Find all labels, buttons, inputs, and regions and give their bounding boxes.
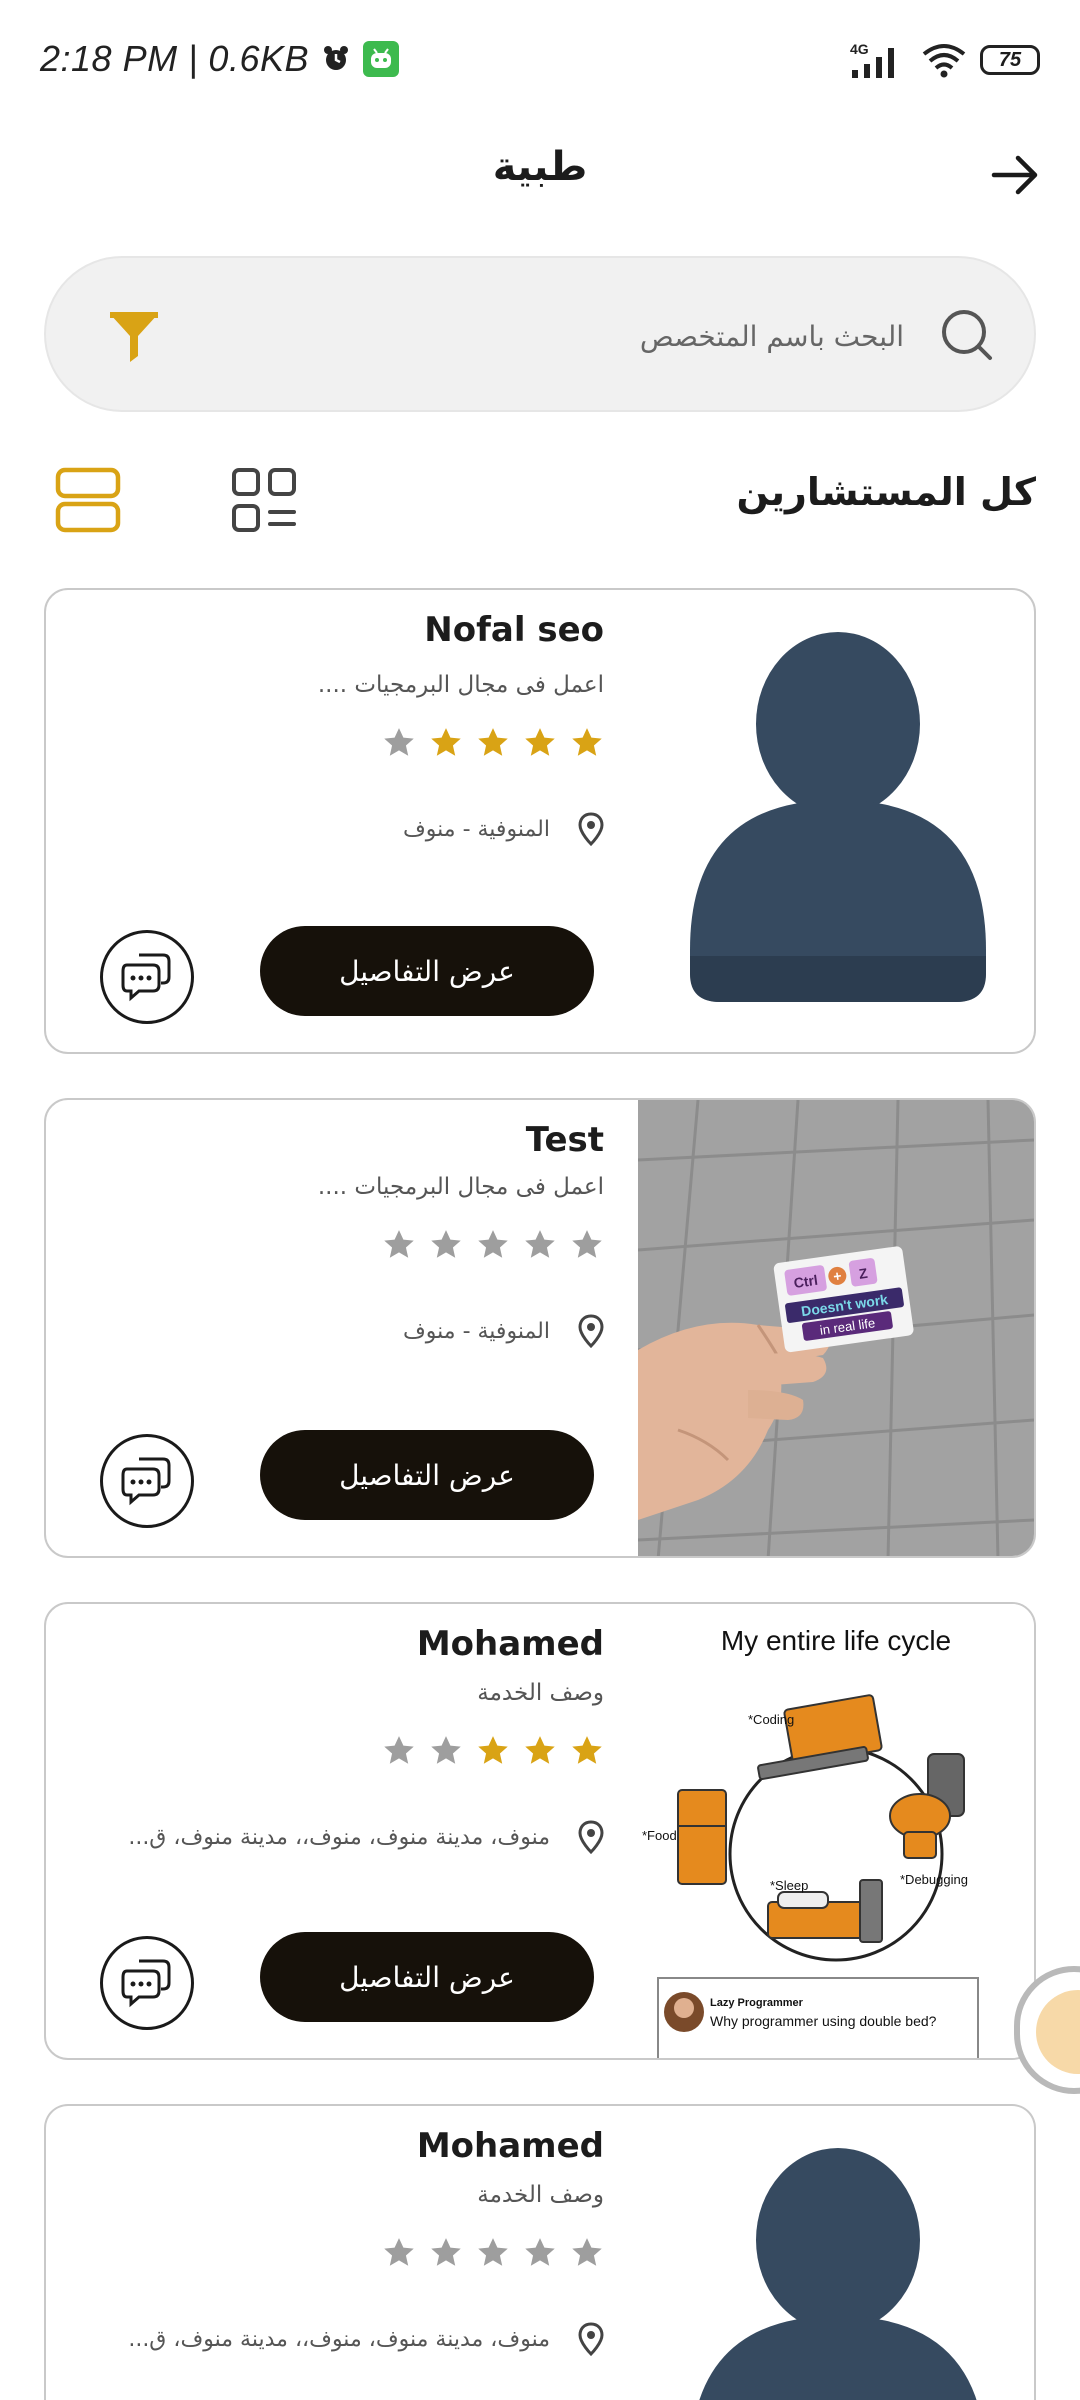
star-empty-icon <box>478 1230 508 1258</box>
consultant-description: وصف الخدمة <box>477 2182 604 2208</box>
consultant-card: My entire life cycle *Coding *Debugging … <box>44 1602 1036 2060</box>
star-empty-icon <box>572 1230 602 1258</box>
consultant-description: اعمل فى مجال البرمجيات .... <box>317 672 604 698</box>
star-filled-icon <box>525 1736 555 1764</box>
meme-title: My entire life cycle <box>721 1625 951 1656</box>
chat-button[interactable] <box>100 930 194 1024</box>
consultant-card: Nofal seo اعمل فى مجال البرمجيات .... ال… <box>44 588 1036 1054</box>
location-pin-icon <box>578 2322 604 2356</box>
rating-stars <box>382 1228 604 1262</box>
consultant-avatar <box>638 2106 1034 2400</box>
location-text: المنوفية - منوف <box>402 816 550 842</box>
status-time: 2:18 PM | 0.6KB <box>40 38 309 79</box>
star-empty-icon <box>384 2238 414 2266</box>
consultant-card: Mohamed وصف الخدمة منوف، مدينة منوف، منو… <box>44 2104 1036 2400</box>
star-empty-icon <box>572 2238 602 2266</box>
network-type: 4G <box>850 41 869 57</box>
rating-stars <box>382 2236 604 2270</box>
page-title: طبية <box>492 144 588 190</box>
star-empty-icon <box>384 1736 414 1764</box>
location-row: منوف، مدينة منوف، منوف،، مدينة منوف، ق..… <box>59 2322 604 2356</box>
location-text: منوف، مدينة منوف، منوف،، مدينة منوف، ق..… <box>128 1824 550 1850</box>
star-empty-icon <box>525 1230 555 1258</box>
consultant-name: Mohamed <box>416 1624 604 1664</box>
search-icon[interactable] <box>938 306 998 366</box>
star-empty-icon <box>431 1736 461 1764</box>
chat-bubbles-icon <box>121 1457 171 1506</box>
chat-button[interactable] <box>100 1936 194 2030</box>
location-pin-icon <box>578 812 604 846</box>
list-view-icon[interactable] <box>54 466 122 534</box>
location-row: منوف، مدينة منوف، منوف،، مدينة منوف، ق..… <box>59 1820 604 1854</box>
star-empty-icon <box>384 728 414 756</box>
rating-stars <box>382 1734 604 1768</box>
location-row: المنوفية - منوف <box>59 1314 604 1348</box>
fridge-icon <box>677 1789 727 1885</box>
consultant-description: وصف الخدمة <box>477 1680 604 1706</box>
arrow-right-icon <box>991 155 1038 195</box>
view-details-button[interactable]: عرض التفاصيل <box>260 1932 594 2022</box>
sticker-ctrl-text: Ctrl <box>793 1272 819 1291</box>
life-cycle-meme: My entire life cycle *Coding *Debugging … <box>638 1604 1034 2058</box>
filter-icon[interactable] <box>106 308 162 364</box>
star-empty-icon <box>431 2238 461 2266</box>
chat-bubbles-icon <box>121 953 171 1002</box>
section-title: كل المستشارين <box>736 470 1036 514</box>
meme-author: Lazy Programmer <box>710 1997 804 2009</box>
android-app-icon <box>363 41 399 77</box>
consultant-meme-image: My entire life cycle *Coding *Debugging … <box>638 1604 1034 2058</box>
status-bar: 2:18 PM | 0.6KB 4G 75 <box>0 0 1080 128</box>
star-filled-icon <box>478 728 508 756</box>
chat-bubbles-icon <box>121 1959 171 2008</box>
rating-stars <box>382 726 604 760</box>
meme-label-sleep: *Sleep <box>770 1878 808 1893</box>
avatar-placeholder-icon <box>690 632 986 1002</box>
star-filled-icon <box>525 728 555 756</box>
view-details-button[interactable]: عرض التفاصيل <box>260 926 594 1016</box>
star-empty-icon <box>431 1230 461 1258</box>
floating-action-inner <box>1036 1990 1080 2074</box>
location-pin-icon <box>578 1820 604 1854</box>
signal-icon: 4G <box>850 41 894 78</box>
meme-caption: Why programmer using double bed? <box>710 2013 937 2029</box>
header: طبية <box>0 128 1080 228</box>
consultant-card: Ctrl + Z Doesn't work in real life Test … <box>44 1098 1036 1558</box>
avatar-placeholder-icon <box>699 2148 977 2400</box>
star-filled-icon <box>572 1736 602 1764</box>
star-filled-icon <box>572 728 602 756</box>
wifi-icon <box>922 44 966 78</box>
star-empty-icon <box>525 2238 555 2266</box>
alarm-icon <box>324 46 348 70</box>
star-filled-icon <box>431 728 461 756</box>
hand-sticker-photo: Ctrl + Z Doesn't work in real life <box>638 1100 1034 1556</box>
location-pin-icon <box>578 1314 604 1348</box>
meme-label-food: *Food <box>642 1828 677 1843</box>
status-left: 2:18 PM | 0.6KB <box>40 38 399 80</box>
consultant-description: اعمل فى مجال البرمجيات .... <box>317 1174 604 1200</box>
location-text: منوف، مدينة منوف، منوف،، مدينة منوف، ق..… <box>128 2326 550 2352</box>
consultant-name: Test <box>525 1120 604 1160</box>
meme-label-coding: *Coding <box>748 1712 794 1727</box>
search-bar <box>44 256 1036 412</box>
back-button[interactable] <box>980 140 1050 210</box>
view-details-button[interactable]: عرض التفاصيل <box>260 1430 594 1520</box>
consultant-avatar <box>638 590 1034 1052</box>
consultant-name: Mohamed <box>416 2126 604 2166</box>
location-text: المنوفية - منوف <box>402 1318 550 1344</box>
grid-view-icon[interactable] <box>230 466 298 534</box>
star-empty-icon <box>478 2238 508 2266</box>
search-input[interactable] <box>304 306 904 366</box>
consultant-name: Nofal seo <box>424 610 604 650</box>
star-empty-icon <box>384 1230 414 1258</box>
meme-label-debugging: *Debugging <box>900 1872 968 1887</box>
battery-indicator: 75 <box>980 45 1040 75</box>
chat-button[interactable] <box>100 1434 194 1528</box>
star-filled-icon <box>478 1736 508 1764</box>
location-row: المنوفية - منوف <box>59 812 604 846</box>
status-right: 4G 75 <box>848 40 1040 80</box>
consultant-photo: Ctrl + Z Doesn't work in real life <box>638 1100 1034 1556</box>
